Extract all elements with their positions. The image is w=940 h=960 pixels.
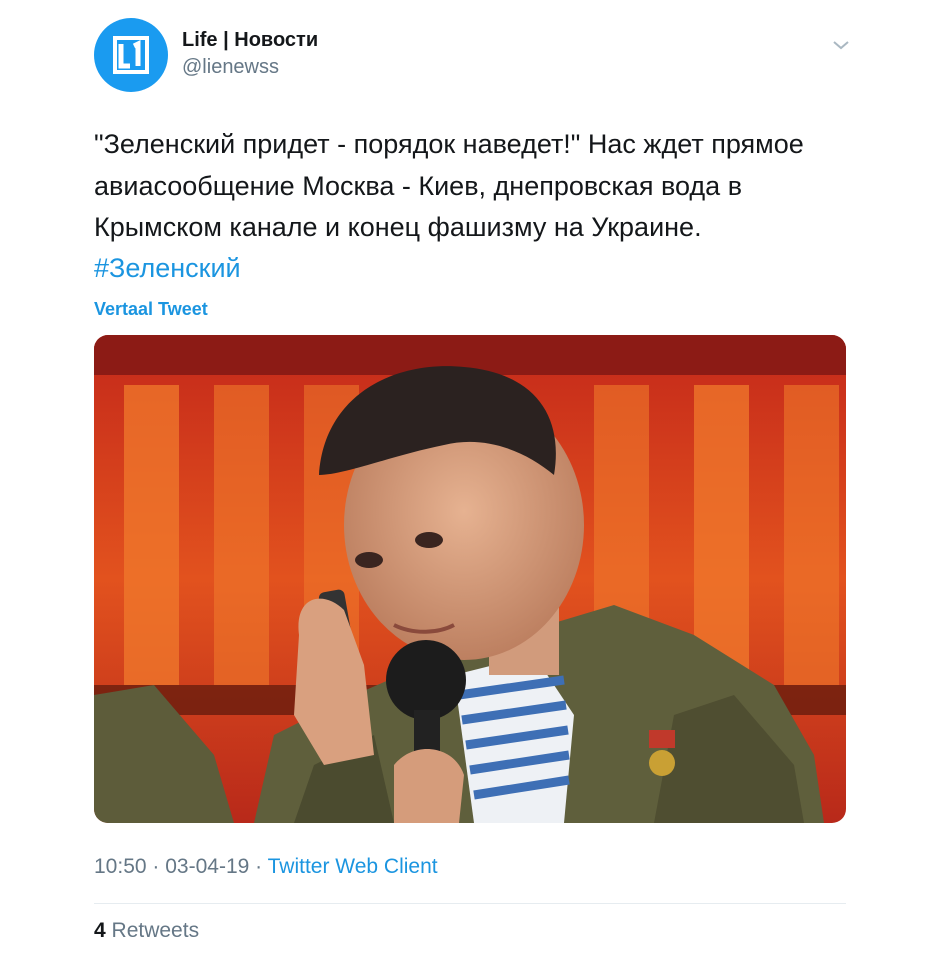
divider (94, 903, 846, 904)
meta-separator: · (255, 855, 263, 878)
retweets-label: Retweets (111, 919, 200, 942)
tweet-meta: 10:50 · 03-04-19 · Twitter Web Client (94, 855, 438, 879)
translate-tweet-link[interactable]: Vertaal Tweet (94, 299, 208, 320)
account-handle[interactable]: @lienewss (182, 56, 279, 79)
tweet-date[interactable]: 03-04-19 (165, 855, 249, 878)
tweet-text: "Зеленский придет - порядок наведет!" На… (94, 129, 804, 242)
tweet-photo-image (94, 335, 846, 823)
tweet-source-link[interactable]: Twitter Web Client (268, 855, 438, 878)
account-name[interactable]: Life | Новости (182, 29, 318, 52)
meta-separator: · (152, 855, 160, 878)
retweets-count: 4 (94, 919, 106, 942)
chevron-down-icon[interactable] (831, 36, 851, 54)
avatar[interactable] (94, 18, 168, 92)
life-logo-icon (113, 36, 149, 74)
tweet-photo[interactable] (94, 335, 846, 823)
hashtag-link[interactable]: #Зеленский (94, 248, 241, 290)
retweets-stat[interactable]: 4 Retweets (94, 919, 199, 943)
tweet-time[interactable]: 10:50 (94, 855, 147, 878)
